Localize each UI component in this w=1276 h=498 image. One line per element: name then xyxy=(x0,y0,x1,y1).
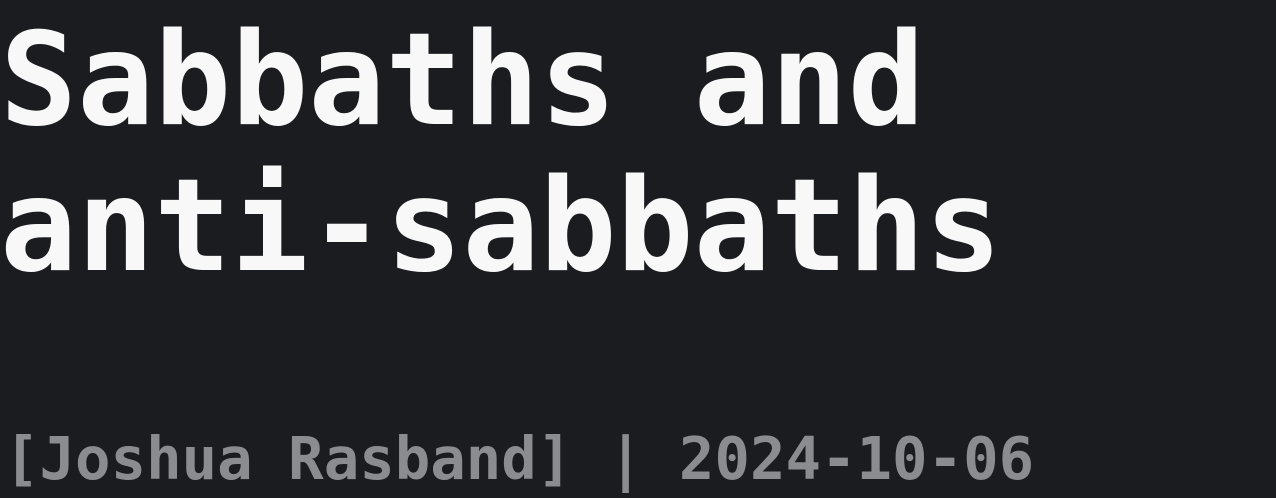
title-line-2: anti-sabbaths xyxy=(0,152,1002,301)
title-line-1: Sabbaths and xyxy=(0,6,925,155)
page-title: Sabbaths and anti-sabbaths xyxy=(0,8,1276,300)
author-date-byline: [Joshua Rasband] | 2024-10-06 xyxy=(4,424,1035,493)
